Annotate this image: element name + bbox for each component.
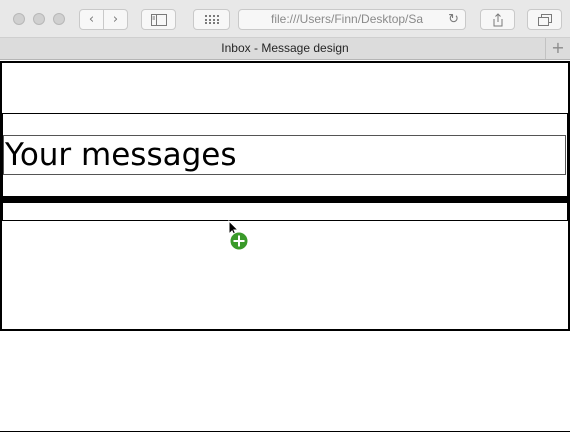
grid-icon [204,15,219,24]
forward-button[interactable]: › [103,9,128,30]
tab-bar: Inbox - Message design + [0,38,570,60]
address-bar[interactable]: file:///Users/Finn/Desktop/Sa ↻ [238,9,466,30]
tabs-overview-button[interactable] [527,9,562,30]
zoom-window-button[interactable] [53,13,65,25]
chevron-right-icon: › [112,12,119,27]
page-content: Your messages [0,60,570,432]
share-icon [493,13,502,27]
sidebar-icon [150,14,167,26]
title-container: Your messages [3,135,566,175]
sidebar-button[interactable] [141,9,176,30]
divider-bar [1,196,569,203]
share-button[interactable] [480,9,515,30]
top-sites-button[interactable] [193,9,230,30]
minimize-window-button[interactable] [33,13,45,25]
chevron-left-icon: ‹ [88,12,95,27]
browser-toolbar: ‹ › file:///Users/Finn/Desktop/Sa ↻ [0,0,570,38]
url-text[interactable]: file:///Users/Finn/Desktop/Sa [271,10,436,29]
page-title: Your messages [5,137,237,173]
close-window-button[interactable] [13,13,25,25]
tab-inbox[interactable]: Inbox - Message design [0,38,570,60]
empty-row [2,203,568,221]
tabs-overview-icon [537,14,552,26]
reload-icon[interactable]: ↻ [448,10,459,29]
copy-cursor-icon [228,220,249,251]
back-button[interactable]: ‹ [79,9,104,30]
new-tab-button[interactable]: + [545,38,570,59]
